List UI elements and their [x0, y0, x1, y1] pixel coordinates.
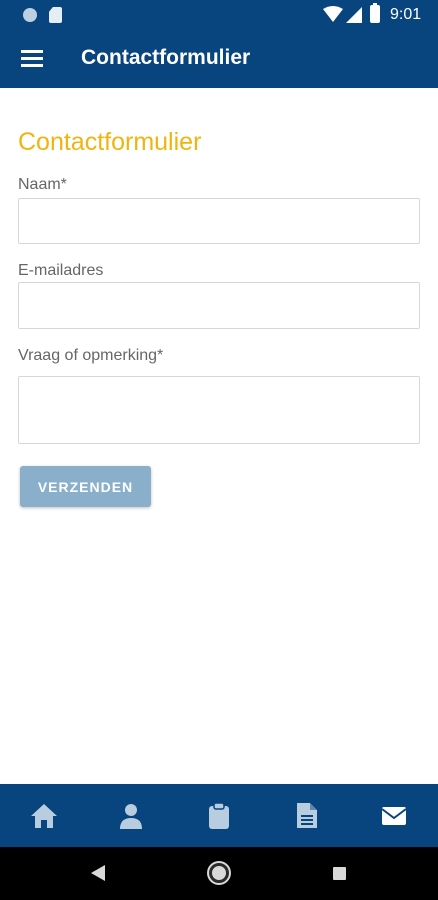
clipboard-icon [208, 801, 229, 829]
nav-item-contact[interactable] [350, 784, 438, 847]
app-title: Contactformulier [81, 46, 251, 69]
nav-item-document[interactable] [263, 784, 351, 847]
system-nav [0, 847, 438, 900]
submit-button[interactable]: VERZENDEN [20, 466, 151, 507]
recents-icon[interactable] [333, 867, 346, 880]
app-bar: Contactformulier [0, 30, 438, 88]
nav-item-profile[interactable] [88, 784, 176, 847]
home-icon [30, 803, 57, 828]
contact-form: Contactformulier Naam* E-mailadres Vraag… [0, 88, 438, 784]
notification-dot-icon [23, 8, 37, 22]
wifi-icon [323, 6, 343, 22]
cell-signal-icon [346, 7, 362, 23]
question-label: Vraag of opmerking* [18, 347, 164, 364]
mail-icon [381, 806, 407, 825]
nav-item-home[interactable] [0, 784, 88, 847]
person-icon [120, 803, 143, 829]
email-label: E-mailadres [18, 262, 104, 279]
name-field[interactable] [18, 198, 420, 244]
question-textarea[interactable] [18, 376, 420, 444]
battery-icon [370, 3, 380, 23]
back-icon[interactable] [90, 865, 106, 881]
email-field[interactable] [18, 282, 420, 329]
nav-item-clipboard[interactable] [175, 784, 263, 847]
page-title: Contactformulier [18, 128, 202, 156]
document-icon [296, 803, 317, 828]
status-bar: 9:01 [0, 0, 438, 30]
status-time: 9:01 [390, 6, 422, 23]
bottom-nav [0, 784, 438, 847]
name-label: Naam* [18, 176, 67, 193]
menu-icon[interactable] [21, 50, 43, 68]
sim-card-icon [49, 7, 62, 23]
home-button-icon[interactable] [209, 863, 229, 883]
